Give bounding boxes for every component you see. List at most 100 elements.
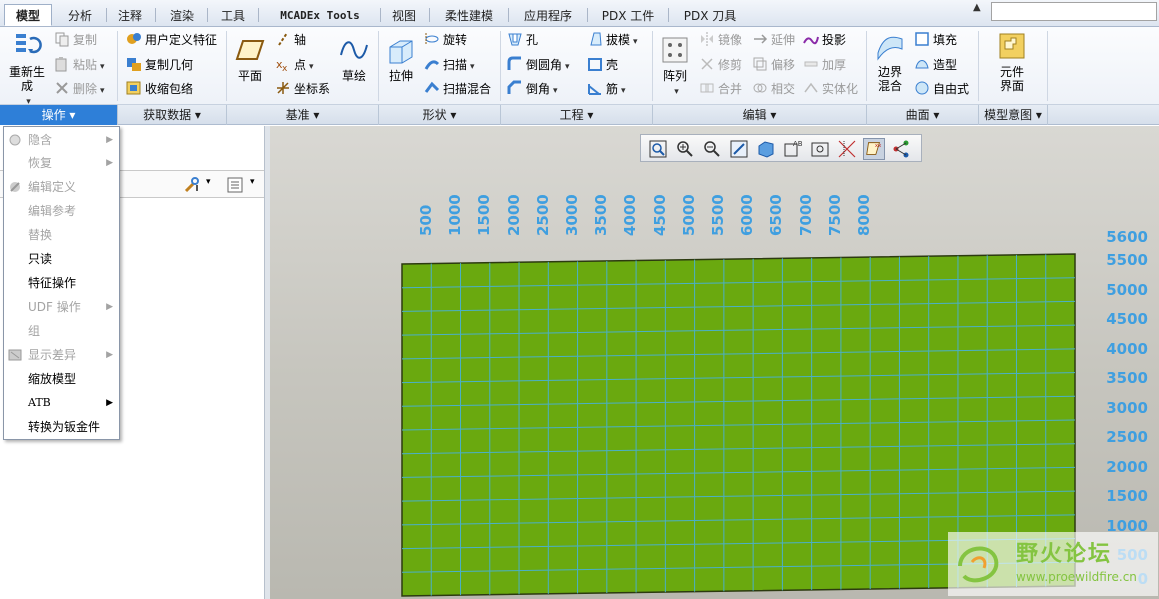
tab-pdx-tool[interactable]: PDX 刀具 [673, 4, 747, 26]
tab-analysis[interactable]: 分析 [57, 4, 103, 26]
group-shapes[interactable]: 形状 ▾ [379, 105, 501, 125]
draft-button[interactable]: 拔模 ▾ [587, 31, 638, 51]
svg-text:AB: AB [793, 140, 803, 148]
zoom-in-icon[interactable] [674, 138, 696, 160]
intersect-button[interactable]: 相交 [752, 80, 795, 98]
menu-item-edit-definition[interactable]: 编辑定义 [4, 176, 119, 198]
extrude-button[interactable]: 拉伸 [384, 35, 418, 83]
mirror-icon [701, 32, 713, 46]
menu-item-edit-references[interactable]: 编辑参考 [4, 200, 119, 222]
pattern-button[interactable]: 阵列 ▾ [658, 35, 692, 99]
show-dropdown-icon[interactable]: ▾ [250, 177, 255, 187]
solidify-button[interactable]: 实体化 [803, 80, 858, 98]
datum-axis-button[interactable]: 轴 [275, 31, 306, 49]
perspective-icon[interactable] [836, 138, 858, 160]
tab-mcadex-tools[interactable]: MCADEx Tools [264, 4, 376, 26]
datum-plane-icon [235, 40, 265, 60]
swept-blend-button[interactable]: 扫描混合 [424, 80, 491, 98]
menu-item-feature-operations[interactable]: 特征操作 [4, 272, 119, 294]
x-scale-label: 7500 [825, 194, 844, 236]
forum-logo-icon [958, 546, 999, 583]
menu-item-suppress[interactable]: 隐含 ▶ [4, 129, 119, 151]
ribbon-collapse-icon[interactable]: ▲ [973, 2, 981, 13]
repaint-icon[interactable] [728, 138, 750, 160]
extend-button[interactable]: 延伸 [752, 31, 795, 49]
paste-button[interactable]: 粘贴 ▾ [54, 56, 105, 76]
style-button[interactable]: 造型 [914, 56, 957, 74]
component-interface-button[interactable]: 元件界面 [990, 31, 1034, 93]
watermark-title: 野火论坛 [1016, 542, 1113, 567]
tab-model[interactable]: 模型 [4, 4, 52, 26]
copy-geometry-button[interactable]: 复制几何 [126, 56, 193, 74]
menu-item-group[interactable]: 组 [4, 320, 119, 342]
datum-point-button[interactable]: x x 点 ▾ [275, 56, 314, 76]
shrinkwrap-button[interactable]: 收缩包络 [126, 80, 193, 98]
menu-item-show-differences[interactable]: 显示差异 ▶ [4, 344, 119, 366]
group-engineering[interactable]: 工程 ▾ [501, 105, 653, 125]
hole-button[interactable]: 孔 [507, 31, 538, 49]
tab-view[interactable]: 视图 [384, 4, 424, 26]
datum-display-icon[interactable]: xx [863, 138, 885, 160]
menu-item-read-only[interactable]: 只读 [4, 248, 119, 270]
settings-tools-icon[interactable] [183, 176, 201, 194]
tab-annotate[interactable]: 注释 [110, 4, 150, 26]
group-editing[interactable]: 编辑 ▾ [653, 105, 867, 125]
menu-item-resume[interactable]: 恢复 ▶ [4, 152, 119, 174]
sketch-button[interactable]: 草绘 [337, 35, 371, 83]
datum-csys-button[interactable]: 坐标系 [275, 80, 330, 98]
menu-item-udf-operations[interactable]: UDF 操作 ▶ [4, 296, 119, 318]
chamfer-button[interactable]: 倒角 ▾ [507, 80, 558, 100]
sweep-button[interactable]: 扫描 ▾ [424, 56, 475, 76]
tab-pdx-part[interactable]: PDX 工件 [592, 4, 664, 26]
menu-item-scale-model[interactable]: 缩放模型 [4, 368, 119, 390]
copy-geometry-icon [127, 58, 141, 71]
menu-item-convert-to-sheetmetal[interactable]: 转换为钣金件 [4, 416, 119, 438]
project-button[interactable]: 投影 [803, 31, 846, 49]
rib-button[interactable]: 筋 ▾ [587, 80, 626, 100]
trim-button[interactable]: 修剪 [699, 56, 742, 74]
zoom-out-icon[interactable] [701, 138, 723, 160]
boundary-blend-button[interactable]: 边界混合 [872, 31, 908, 93]
solidify-icon [804, 82, 818, 93]
menu-item-replace[interactable]: 替换 [4, 224, 119, 246]
display-style-icon[interactable] [755, 138, 777, 160]
offset-button[interactable]: 偏移 [752, 56, 795, 74]
datum-plane-button[interactable]: 平面 [231, 35, 269, 83]
tab-applications[interactable]: 应用程序 [513, 4, 583, 26]
mirror-button[interactable]: 镜像 [699, 31, 742, 49]
regenerate-button[interactable]: 重新生成▾ [6, 31, 48, 109]
group-datum[interactable]: 基准 ▾ [227, 105, 379, 125]
command-search-input[interactable] [991, 2, 1157, 21]
fill-button[interactable]: 填充 [914, 31, 957, 49]
thicken-button[interactable]: 加厚 [803, 56, 846, 74]
component-interface-icon [999, 33, 1025, 59]
freestyle-button[interactable]: 自由式 [914, 80, 969, 98]
menu-item-atb[interactable]: ATB ▶ [4, 392, 119, 414]
merge-button[interactable]: 合并 [699, 80, 742, 98]
saved-orientations-icon[interactable]: AB [782, 138, 804, 160]
view-manager-icon[interactable] [809, 138, 831, 160]
round-button[interactable]: 倒圆角 ▾ [507, 56, 570, 76]
forum-watermark: 野火论坛 www.proewildfire.cn [948, 532, 1158, 596]
copy-button[interactable]: 复制 [54, 31, 97, 49]
group-operations[interactable]: 操作 ▾ [0, 105, 118, 125]
show-list-icon[interactable] [226, 176, 244, 194]
refit-icon[interactable] [647, 138, 669, 160]
tab-tools[interactable]: 工具 [213, 4, 253, 26]
chamfer-icon [507, 80, 521, 94]
y-scale-label: 1500 [1106, 487, 1148, 505]
group-model-intent[interactable]: 模型意图 ▾ [979, 105, 1048, 125]
group-get-data[interactable]: 获取数据 ▾ [118, 105, 227, 125]
spin-center-icon[interactable] [890, 138, 912, 160]
shell-icon [588, 58, 602, 71]
x-scale-label: 500 [417, 204, 435, 236]
tab-render[interactable]: 渲染 [161, 4, 203, 26]
udf-button[interactable]: 用户定义特征 [126, 31, 217, 49]
shell-button[interactable]: 壳 [587, 56, 618, 74]
settings-dropdown-icon[interactable]: ▾ [206, 177, 211, 187]
tab-flexible-modeling[interactable]: 柔性建模 [434, 4, 504, 26]
revolve-button[interactable]: 旋转 [424, 31, 467, 49]
group-surfaces[interactable]: 曲面 ▾ [867, 105, 979, 125]
copy-icon [55, 32, 69, 47]
delete-button[interactable]: 删除 ▾ [54, 80, 105, 100]
